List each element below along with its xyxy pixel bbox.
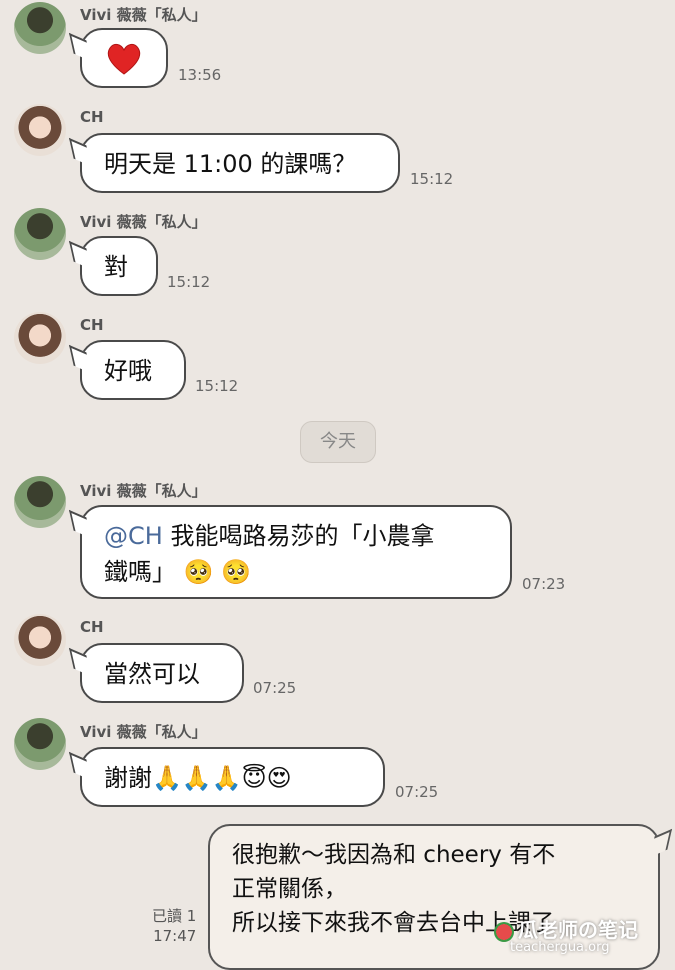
message-bubble[interactable]: 好哦 [80,340,186,400]
watermark-url: teachergua.org [510,940,610,955]
message-text: 對 [104,253,128,281]
message-text: 好哦 [104,357,152,385]
watermark-text: 瓜老师の笔记 [518,918,638,942]
message-time: 17:47 [153,927,197,945]
sender-name: CH [80,316,104,334]
message-text: 明天是 11:00 的課嗎？ [104,150,357,178]
message-text: 我能喝路易莎的「小農拿 [162,522,435,550]
sender-name: Vivi 薇薇「私人」 [80,213,207,231]
message-line: @CH 我能喝路易莎的「小農拿 [104,518,488,554]
message-time: 13:56 [178,66,222,84]
avatar-ch[interactable] [14,312,66,364]
sender-name: CH [80,618,104,636]
watermark-title: 瓜老师の笔记 [494,914,638,943]
message-bubble[interactable]: 對 [80,236,158,296]
message-text: 謝謝 [104,764,152,792]
message-time: 07:25 [395,783,439,801]
avatar-vivi[interactable] [14,208,66,260]
watermelon-icon [494,921,514,942]
avatar-vivi[interactable] [14,476,66,528]
message-bubble[interactable]: 當然可以 [80,643,244,703]
message-bubble[interactable] [80,28,168,88]
sender-name: Vivi 薇薇「私人」 [80,482,207,500]
message-line: 鐵嗎」 🥺 🥺 [104,554,488,590]
avatar-vivi[interactable] [14,2,66,54]
read-status: 已讀 1 17:47 [152,906,196,946]
sender-name: CH [80,108,104,126]
mention-link[interactable]: @CH [104,522,163,550]
message-line: 很抱歉～我因為和 cheery 有不 [232,842,556,868]
message-time: 15:12 [167,273,211,291]
message-bubble[interactable]: @CH 我能喝路易莎的「小農拿 鐵嗎」 🥺 🥺 [80,505,512,599]
message-time: 15:12 [410,170,454,188]
read-receipt: 已讀 1 [152,907,197,925]
message-text: 當然可以 [104,660,200,688]
message-line: 正常關係， [232,876,347,902]
sender-name: Vivi 薇薇「私人」 [80,6,207,24]
message-time: 07:23 [522,575,566,593]
avatar-ch[interactable] [14,614,66,666]
message-bubble[interactable]: 明天是 11:00 的課嗎？ [80,133,400,193]
avatar-ch[interactable] [14,104,66,156]
pleading-emoji: 🥺 🥺 [183,558,252,586]
date-divider: 今天 [300,421,376,463]
sender-name: Vivi 薇薇「私人」 [80,723,207,741]
message-time: 15:12 [195,377,239,395]
heart-icon [107,43,141,75]
avatar-vivi[interactable] [14,718,66,770]
message-text: 鐵嗎」 [104,558,176,586]
message-bubble[interactable]: 謝謝🙏🙏🙏😇😍 [80,747,385,807]
pray-emoji: 🙏🙏🙏😇😍 [152,764,292,792]
message-time: 07:25 [253,679,297,697]
